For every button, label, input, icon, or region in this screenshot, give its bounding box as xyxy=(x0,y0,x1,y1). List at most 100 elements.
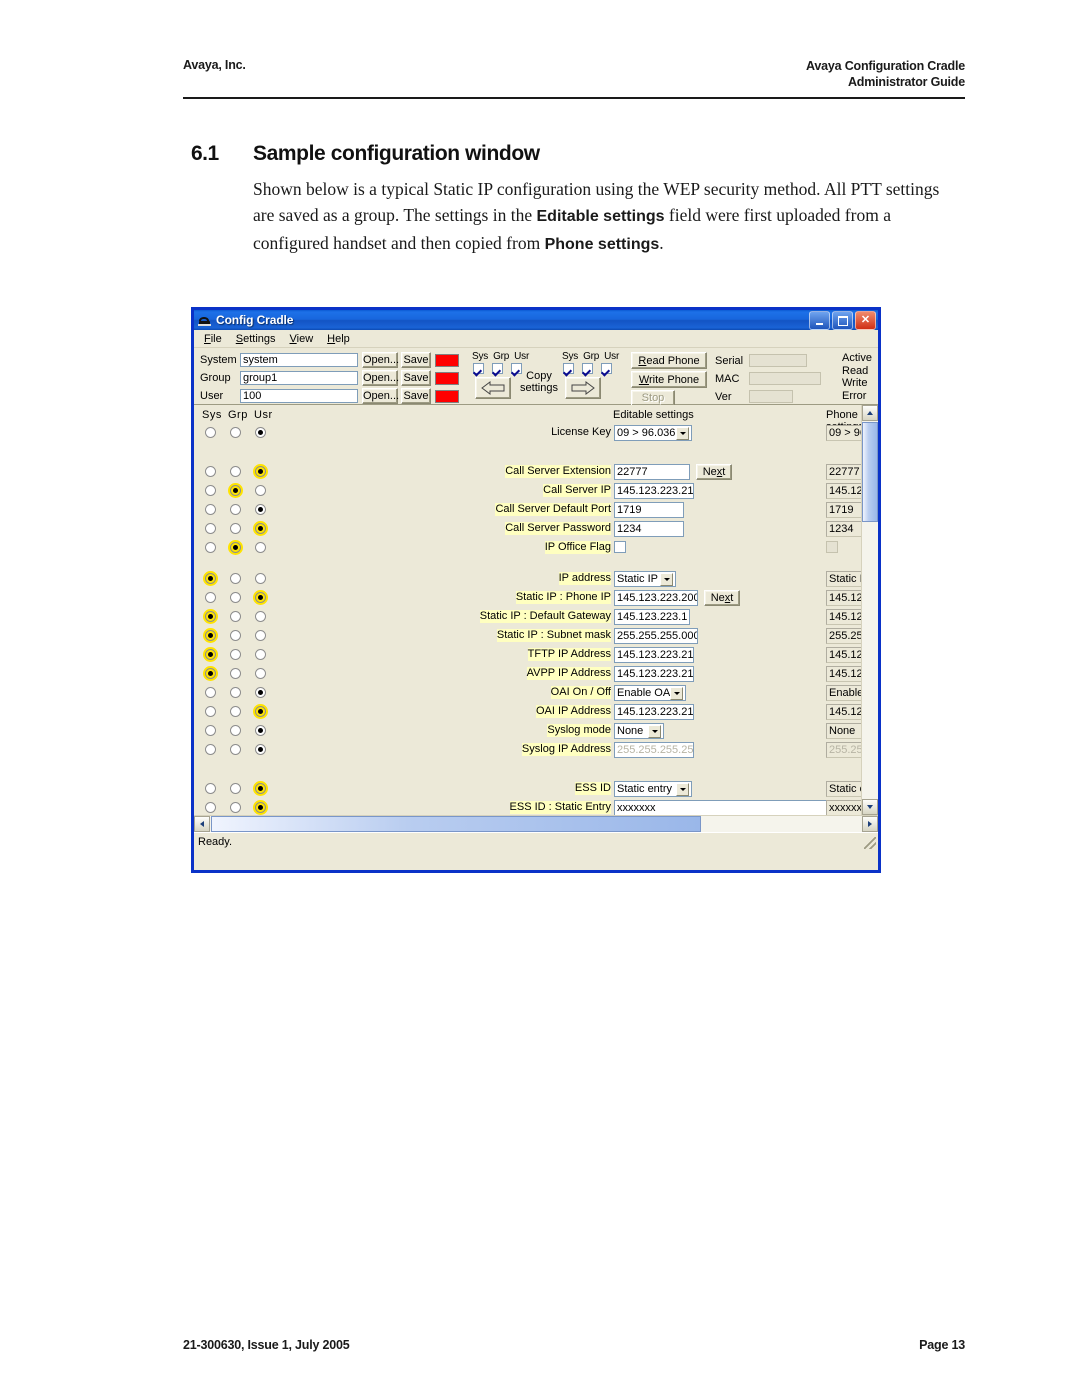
read-phone-button[interactable]: Read Phone xyxy=(631,352,707,369)
copy-left-grp-checkbox[interactable] xyxy=(492,363,503,374)
radio-usr-row-7[interactable] xyxy=(255,592,266,603)
chevron-down-icon[interactable] xyxy=(676,782,689,796)
editable-checkbox-5[interactable] xyxy=(614,541,626,553)
radio-usr-row-9[interactable] xyxy=(255,630,266,641)
menu-item-help[interactable]: Help xyxy=(320,332,357,346)
radio-sys-row-14[interactable] xyxy=(205,725,216,736)
radio-grp-row-9[interactable] xyxy=(230,630,241,641)
radio-usr-row-0[interactable] xyxy=(255,427,266,438)
radio-usr-row-12[interactable] xyxy=(255,687,266,698)
user-save-button[interactable]: Save xyxy=(401,388,431,404)
editable-input-2[interactable]: 145.123.223.212 xyxy=(614,483,694,499)
copy-right-sys-checkbox[interactable] xyxy=(563,363,574,374)
maximize-button[interactable] xyxy=(832,311,853,330)
radio-usr-row-14[interactable] xyxy=(255,725,266,736)
radio-sys-row-9[interactable] xyxy=(205,630,216,641)
copy-left-button[interactable] xyxy=(475,377,511,399)
copy-left-sys-checkbox[interactable] xyxy=(473,363,484,374)
scroll-down-button[interactable] xyxy=(862,799,878,815)
radio-sys-row-6[interactable] xyxy=(205,573,216,584)
radio-sys-row-7[interactable] xyxy=(205,592,216,603)
radio-grp-row-3[interactable] xyxy=(230,504,241,515)
radio-usr-row-5[interactable] xyxy=(255,542,266,553)
chevron-down-icon[interactable] xyxy=(648,724,661,738)
radio-usr-row-17[interactable] xyxy=(255,802,266,813)
resize-grip[interactable] xyxy=(864,837,876,849)
radio-sys-row-10[interactable] xyxy=(205,649,216,660)
radio-usr-row-2[interactable] xyxy=(255,485,266,496)
radio-sys-row-2[interactable] xyxy=(205,485,216,496)
editable-combo-0[interactable]: 09 > 96.036 xyxy=(614,425,692,441)
radio-sys-row-13[interactable] xyxy=(205,706,216,717)
radio-grp-row-12[interactable] xyxy=(230,687,241,698)
editable-input-13[interactable]: 145.123.223.216 xyxy=(614,704,694,720)
scroll-left-button[interactable] xyxy=(194,816,210,832)
editable-input-17[interactable]: xxxxxxx xyxy=(614,800,827,815)
editable-input-9[interactable]: 255.255.255.000 xyxy=(614,628,698,644)
radio-grp-row-11[interactable] xyxy=(230,668,241,679)
group-open-button[interactable]: Open... xyxy=(362,370,399,386)
radio-grp-row-15[interactable] xyxy=(230,744,241,755)
editable-combo-6[interactable]: Static IP xyxy=(614,571,676,587)
radio-usr-row-10[interactable] xyxy=(255,649,266,660)
copy-right-button[interactable] xyxy=(565,377,601,399)
radio-grp-row-7[interactable] xyxy=(230,592,241,603)
editable-input-10[interactable]: 145.123.223.214 xyxy=(614,647,694,663)
user-open-button[interactable]: Open... xyxy=(362,388,399,404)
radio-usr-row-16[interactable] xyxy=(255,783,266,794)
radio-usr-row-15[interactable] xyxy=(255,744,266,755)
radio-sys-row-17[interactable] xyxy=(205,802,216,813)
editable-combo-14[interactable]: None xyxy=(614,723,664,739)
editable-input-11[interactable]: 145.123.223.215 xyxy=(614,666,694,682)
editable-combo-12[interactable]: Enable OAI xyxy=(614,685,686,701)
user-input[interactable]: 100 xyxy=(240,389,358,403)
editable-input-4[interactable]: 1234 xyxy=(614,521,684,537)
radio-grp-row-1[interactable] xyxy=(230,466,241,477)
copy-right-usr-checkbox[interactable] xyxy=(601,363,612,374)
system-open-button[interactable]: Open... xyxy=(362,352,399,368)
radio-sys-row-1[interactable] xyxy=(205,466,216,477)
radio-sys-row-5[interactable] xyxy=(205,542,216,553)
radio-grp-row-4[interactable] xyxy=(230,523,241,534)
radio-grp-row-6[interactable] xyxy=(230,573,241,584)
radio-sys-row-3[interactable] xyxy=(205,504,216,515)
radio-sys-row-8[interactable] xyxy=(205,611,216,622)
minimize-button[interactable] xyxy=(809,311,830,330)
scroll-right-button[interactable] xyxy=(862,816,878,832)
scroll-up-button[interactable] xyxy=(862,405,878,421)
radio-grp-row-14[interactable] xyxy=(230,725,241,736)
group-save-button[interactable]: Save xyxy=(401,370,431,386)
window-title-bar[interactable]: Config Cradle ✕ xyxy=(194,310,878,330)
editable-input-15[interactable]: 255.255.255.255 xyxy=(614,742,694,758)
radio-usr-row-3[interactable] xyxy=(255,504,266,515)
chevron-down-icon[interactable] xyxy=(670,686,683,700)
next-button-1[interactable]: Next xyxy=(696,464,732,480)
radio-usr-row-11[interactable] xyxy=(255,668,266,679)
menu-item-settings[interactable]: Settings xyxy=(229,332,283,346)
editable-input-8[interactable]: 145.123.223.1 xyxy=(614,609,690,625)
radio-usr-row-1[interactable] xyxy=(255,466,266,477)
radio-usr-row-6[interactable] xyxy=(255,573,266,584)
chevron-down-icon[interactable] xyxy=(660,572,673,586)
menu-item-view[interactable]: View xyxy=(283,332,321,346)
radio-sys-row-4[interactable] xyxy=(205,523,216,534)
radio-sys-row-11[interactable] xyxy=(205,668,216,679)
radio-grp-row-0[interactable] xyxy=(230,427,241,438)
system-input[interactable]: system xyxy=(240,353,358,367)
radio-grp-row-8[interactable] xyxy=(230,611,241,622)
radio-usr-row-4[interactable] xyxy=(255,523,266,534)
radio-sys-row-0[interactable] xyxy=(205,427,216,438)
radio-sys-row-15[interactable] xyxy=(205,744,216,755)
editable-input-1[interactable]: 22777 xyxy=(614,464,690,480)
radio-sys-row-16[interactable] xyxy=(205,783,216,794)
radio-grp-row-5[interactable] xyxy=(230,542,241,553)
write-phone-button[interactable]: Write Phone xyxy=(631,371,707,388)
editable-combo-16[interactable]: Static entry xyxy=(614,781,692,797)
horizontal-scrollbar[interactable] xyxy=(194,815,878,832)
radio-usr-row-8[interactable] xyxy=(255,611,266,622)
radio-grp-row-13[interactable] xyxy=(230,706,241,717)
menu-item-file[interactable]: FFileile xyxy=(197,332,229,346)
editable-input-3[interactable]: 1719 xyxy=(614,502,684,518)
editable-input-7[interactable]: 145.123.223.200 xyxy=(614,590,698,606)
radio-usr-row-13[interactable] xyxy=(255,706,266,717)
